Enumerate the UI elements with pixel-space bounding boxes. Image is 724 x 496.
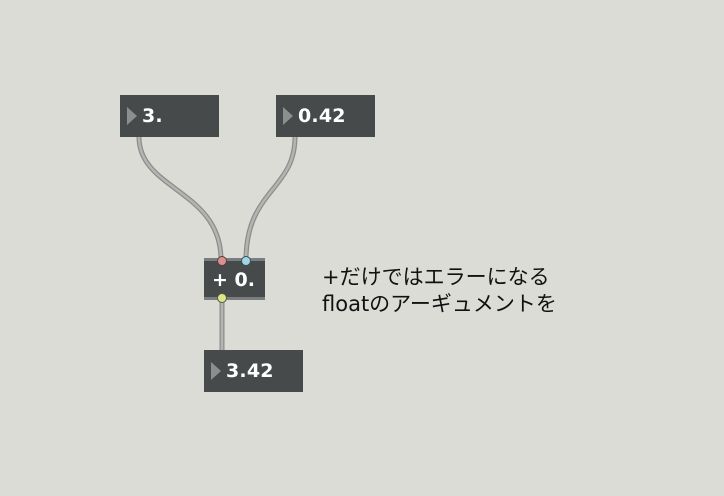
number-box-value: 3. (142, 105, 163, 127)
patch-cords (136, 134, 298, 355)
triangle-icon (211, 362, 221, 380)
ports-layer (217, 256, 251, 303)
patch-cord-right-highlight (244, 135, 297, 262)
triangle-icon (127, 107, 137, 125)
patch-cord-left[interactable] (136, 134, 224, 263)
number-box-output[interactable]: 3.42 (204, 350, 303, 392)
number-box-value: 3.42 (226, 360, 274, 382)
patch-cord-left-highlight (137, 135, 223, 262)
comment-box[interactable]: +だけではエラーになる floatのアーギュメントを (322, 264, 557, 318)
object-text: + 0. (212, 269, 255, 291)
patcher-canvas[interactable]: 3. 0.42 + 0. 3.42 +だけではエラーになる floatのアーギュ… (0, 0, 724, 496)
number-box-right[interactable]: 0.42 (276, 95, 375, 137)
triangle-icon (283, 107, 293, 125)
number-box-left[interactable]: 3. (120, 95, 219, 137)
patch-cord-right[interactable] (243, 134, 298, 263)
number-box-value: 0.42 (298, 105, 346, 127)
plus-object-box[interactable]: + 0. (204, 258, 265, 300)
comment-line-1: +だけではエラーになる (322, 265, 550, 289)
comment-line-2: floatのアーギュメントを (322, 292, 557, 316)
